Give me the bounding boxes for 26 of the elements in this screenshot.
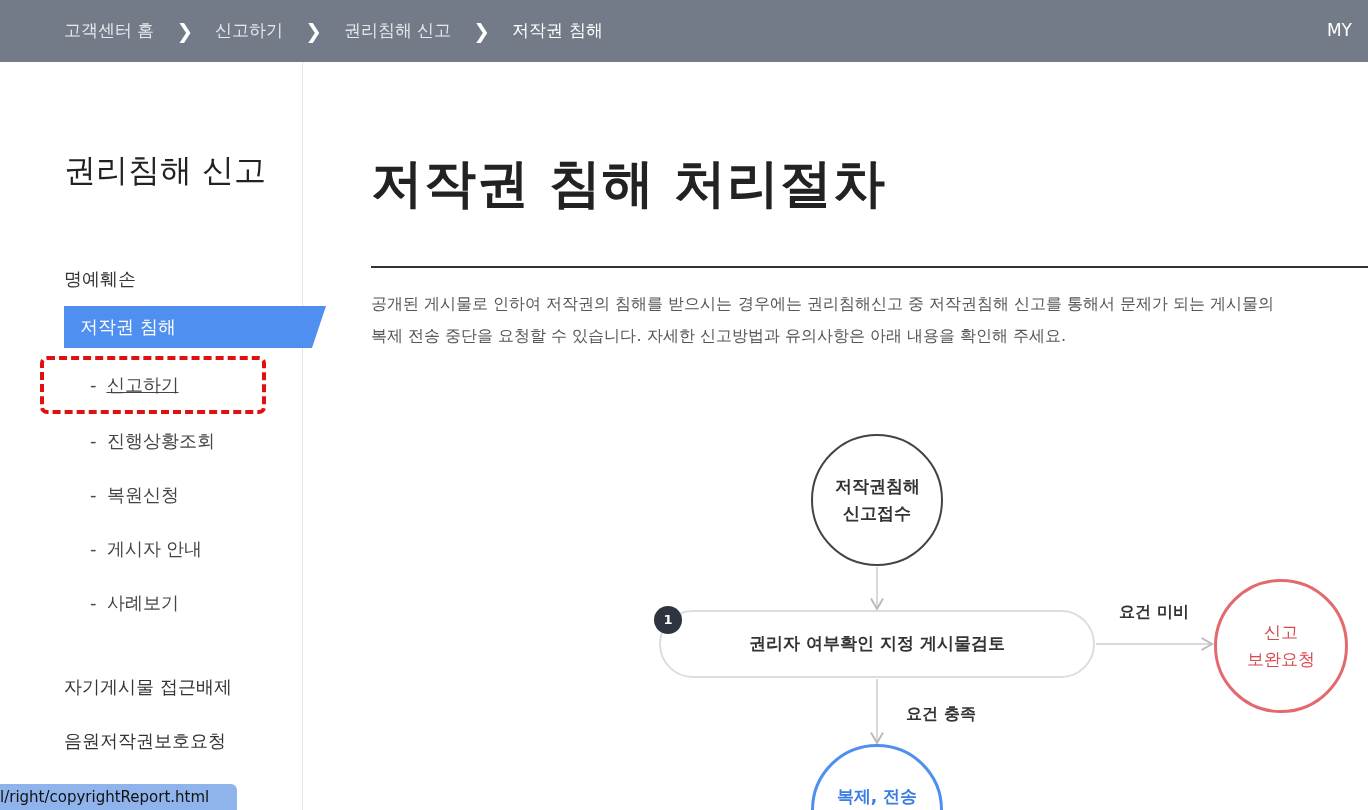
start-node: 저작권침해 신고접수 xyxy=(811,434,943,566)
result-node: 복제, 전송 xyxy=(811,744,943,810)
my-menu-link[interactable]: MY xyxy=(1326,18,1352,44)
edge-label: 요건 미비 xyxy=(1119,601,1189,623)
chevron-icon: ❯ xyxy=(473,16,491,46)
sidebar-subitem[interactable]: - 사례보기 xyxy=(64,576,302,630)
chevron-icon: ❯ xyxy=(176,16,194,46)
arrow xyxy=(870,678,884,744)
description-text: 공개된 게시물로 인하여 저작권의 침해를 받으시는 경우에는 권리침해신고 중 저작권침해 신고를 통해서 문제가 되는 게시물의 복제 전송 중단을 요청할 수 있습니다. 자세한 신고방법과 유의사항은 아래 내용을 확인해 주세요. xyxy=(371,293,1276,347)
sidebar-item[interactable]: 음원저작권보호요청 xyxy=(64,714,302,768)
sidebar-item[interactable]: 명예훼손 xyxy=(64,252,302,306)
breadcrumb-link[interactable]: 신고하기 xyxy=(215,18,284,44)
arrow xyxy=(870,566,884,610)
edge-label: 요건 충족 xyxy=(906,703,976,725)
page-title: 저작권 침해 처리절차 xyxy=(371,152,888,215)
step-number-badge: 1 xyxy=(654,606,682,634)
sidebar-subitem[interactable]: - 진행상황조회 xyxy=(64,414,302,468)
chevron-icon: ❯ xyxy=(305,16,322,46)
sidebar-subitem[interactable]: - 복원신청 xyxy=(64,468,302,522)
status-url-tooltip: l/right/copyrightReport.html xyxy=(0,784,237,810)
breadcrumb-link[interactable]: 권리침해 신고 xyxy=(343,18,452,44)
sidebar-title: 권리침해 신고 xyxy=(64,150,268,191)
reject-node: 신고 보완요청 xyxy=(1214,579,1348,713)
sidebar-subitem[interactable]: - 게시자 안내 xyxy=(64,522,302,576)
sidebar-item[interactable]: 자기게시물 접근배제 xyxy=(64,660,302,714)
breadcrumb-link[interactable]: 저작권 침해 xyxy=(512,18,603,44)
